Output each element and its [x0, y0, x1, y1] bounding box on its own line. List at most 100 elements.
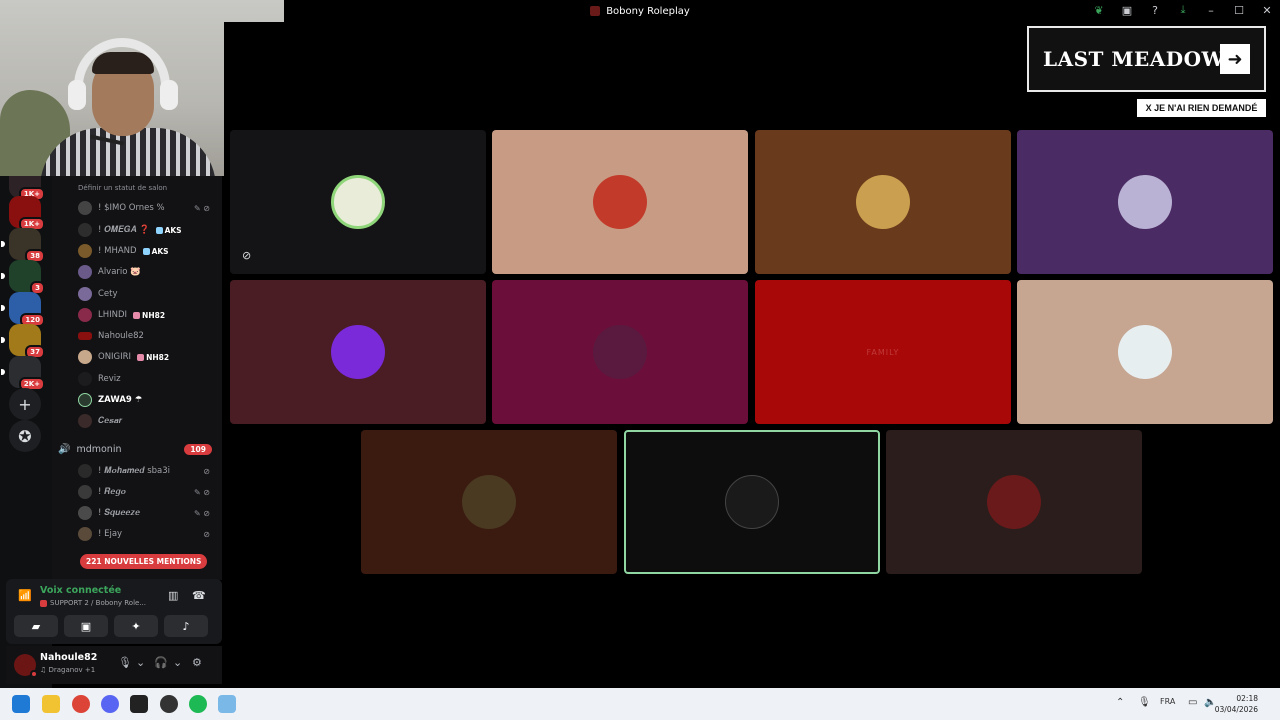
- activities-button[interactable]: ✦: [114, 615, 158, 637]
- camera-off-icon: ▰: [31, 619, 41, 633]
- participant-tile[interactable]: FAMILY: [755, 280, 1011, 424]
- voice-user[interactable]: ZAWA9 ☂: [78, 390, 218, 410]
- unread-indicator: [1, 305, 5, 311]
- chevron-down-icon[interactable]: ⌄: [136, 656, 145, 669]
- arrow-right-icon: ➜: [1220, 44, 1250, 74]
- server-item[interactable]: 120: [1, 292, 45, 327]
- participant-tile[interactable]: [492, 130, 748, 274]
- windows-start-icon[interactable]: [12, 695, 30, 713]
- tag-icon: [137, 353, 145, 361]
- voice-user[interactable]: LHINDI NH82: [78, 305, 218, 325]
- soundboard-button[interactable]: ♪: [164, 615, 208, 637]
- user-avatar[interactable]: [14, 654, 38, 678]
- participant-tile[interactable]: ⊘: [230, 130, 486, 274]
- voice-location-text: SUPPORT 2 / Bobony Role...: [50, 599, 147, 607]
- tag-text: NH82: [146, 352, 170, 362]
- unread-indicator: [1, 241, 5, 247]
- voice-user[interactable]: ! 𝑶𝑴𝑬𝑮𝑨 ❓ AKS: [78, 220, 218, 240]
- discord-icon[interactable]: [101, 695, 119, 713]
- voice-user[interactable]: ! MHAND AKS: [78, 241, 218, 261]
- voice-user[interactable]: ! 𝑺𝒒𝒖𝒆𝒆𝒛𝒆 ✎ ⊘: [78, 503, 218, 523]
- mute-deafen-icons: ✎ ⊘: [194, 203, 210, 213]
- maximize-icon[interactable]: ☐: [1232, 3, 1246, 17]
- language-indicator[interactable]: FRA: [1160, 697, 1175, 706]
- voice-channel-mdmonin[interactable]: 🔊 mdmonin 109: [58, 440, 216, 458]
- banner-subtitle: X JE N'AI RIEN DEMANDÉ: [1137, 99, 1266, 117]
- capcut-icon[interactable]: [130, 695, 148, 713]
- voice-user[interactable]: ! 𝑴𝒐𝒉𝒂𝒎𝒆𝒅 sba3i ⊘: [78, 461, 218, 481]
- clan-tag: NH82: [137, 353, 169, 362]
- server-item[interactable]: 3: [1, 260, 45, 295]
- plus-icon: +: [18, 394, 32, 414]
- download-icon[interactable]: ⤓: [1176, 3, 1190, 17]
- chevron-up-icon[interactable]: ⌃: [1116, 697, 1124, 708]
- voice-user[interactable]: Reviz: [78, 369, 218, 389]
- snipping-tool-icon[interactable]: [218, 695, 236, 713]
- voice-user[interactable]: 𝑪𝒆𝒔𝒂𝒓: [78, 411, 218, 431]
- explore-button[interactable]: ✪: [9, 420, 41, 452]
- voice-user-name: Cety: [98, 289, 118, 299]
- participant-tile[interactable]: [230, 280, 486, 424]
- voice-user[interactable]: ! 𝑹𝒆𝒈𝒐 ✎ ⊘: [78, 482, 218, 502]
- voice-user[interactable]: ONIGIRI NH82: [78, 347, 218, 367]
- camera-button[interactable]: ▰: [14, 615, 58, 637]
- headset-band: [74, 38, 170, 94]
- server-item[interactable]: 37: [1, 324, 45, 359]
- help-icon[interactable]: ?: [1148, 3, 1162, 17]
- headset-ear-left: [68, 80, 86, 110]
- voice-user-name: ! MHAND: [98, 246, 137, 256]
- close-icon[interactable]: ✕: [1260, 3, 1274, 17]
- disconnect-icon[interactable]: ☎: [192, 589, 206, 602]
- avatar: [78, 527, 92, 541]
- inbox-icon[interactable]: ▣: [1120, 3, 1134, 17]
- obs-icon[interactable]: [160, 695, 178, 713]
- server-folder[interactable]: 2K+: [1, 356, 45, 391]
- nitro-icon[interactable]: ❦: [1092, 3, 1106, 17]
- new-mentions-pill[interactable]: 221 NOUVELLES MENTIONS: [80, 554, 208, 569]
- noise-suppression-icon[interactable]: ▥: [168, 589, 178, 602]
- avatar: [78, 350, 92, 364]
- file-explorer-icon[interactable]: [42, 695, 60, 713]
- avatar: [78, 287, 92, 301]
- server-item[interactable]: 1K+: [9, 196, 45, 231]
- minimize-icon[interactable]: –: [1204, 3, 1218, 17]
- add-server-button[interactable]: +: [9, 388, 41, 420]
- settings-gear-icon[interactable]: ⚙: [192, 656, 202, 669]
- speaker-icon: 🔊: [58, 443, 71, 455]
- voice-user[interactable]: ! Ejay ⊘: [78, 524, 218, 544]
- voice-user[interactable]: Nahoule82: [78, 326, 218, 346]
- participant-tile[interactable]: [755, 130, 1011, 274]
- chevron-down-icon[interactable]: ⌄: [173, 656, 182, 669]
- headphones-icon[interactable]: 🎧: [154, 656, 168, 669]
- screen-share-button[interactable]: ▣: [64, 615, 108, 637]
- voice-location[interactable]: SUPPORT 2 / Bobony Role...: [40, 599, 146, 607]
- voice-user[interactable]: Cety: [78, 284, 218, 304]
- username[interactable]: Nahoule82: [40, 652, 97, 663]
- voice-user[interactable]: Alvario 🐷: [78, 262, 218, 282]
- mention-count-badge: 109: [184, 443, 212, 455]
- participant-tile-speaking[interactable]: [624, 430, 880, 574]
- participant-banner-text: FAMILY: [866, 347, 900, 357]
- voice-status: Voix connectée: [40, 585, 122, 596]
- server-item[interactable]: 38: [1, 228, 45, 263]
- network-icon[interactable]: ▭: [1188, 697, 1197, 708]
- participant-tile[interactable]: [1017, 280, 1273, 424]
- signal-icon[interactable]: 📶: [18, 589, 32, 602]
- chrome-icon[interactable]: [72, 695, 90, 713]
- channel-sidebar: Définir un statut de salon ! $IMO Ornes …: [52, 176, 222, 580]
- voice-user[interactable]: ! $IMO Ornes % ✎ ⊘: [78, 198, 218, 218]
- clan-tag: AKS: [155, 226, 182, 235]
- participant-tile[interactable]: [886, 430, 1142, 574]
- activities-icon: ✦: [131, 619, 141, 633]
- participant-tile[interactable]: [361, 430, 617, 574]
- clock[interactable]: 02:18 03/04/2026: [1215, 693, 1258, 715]
- microphone-icon[interactable]: 🎙: [118, 656, 132, 669]
- clock-date: 03/04/2026: [1214, 705, 1258, 714]
- participant-tile[interactable]: [492, 280, 748, 424]
- spotify-icon[interactable]: [189, 695, 207, 713]
- participant-tile[interactable]: [1017, 130, 1273, 274]
- participant-avatar: [1118, 325, 1172, 379]
- channel-status-hint[interactable]: Définir un statut de salon: [78, 184, 167, 192]
- microphone-icon[interactable]: 🎙: [1138, 697, 1151, 708]
- avatar: [78, 332, 92, 340]
